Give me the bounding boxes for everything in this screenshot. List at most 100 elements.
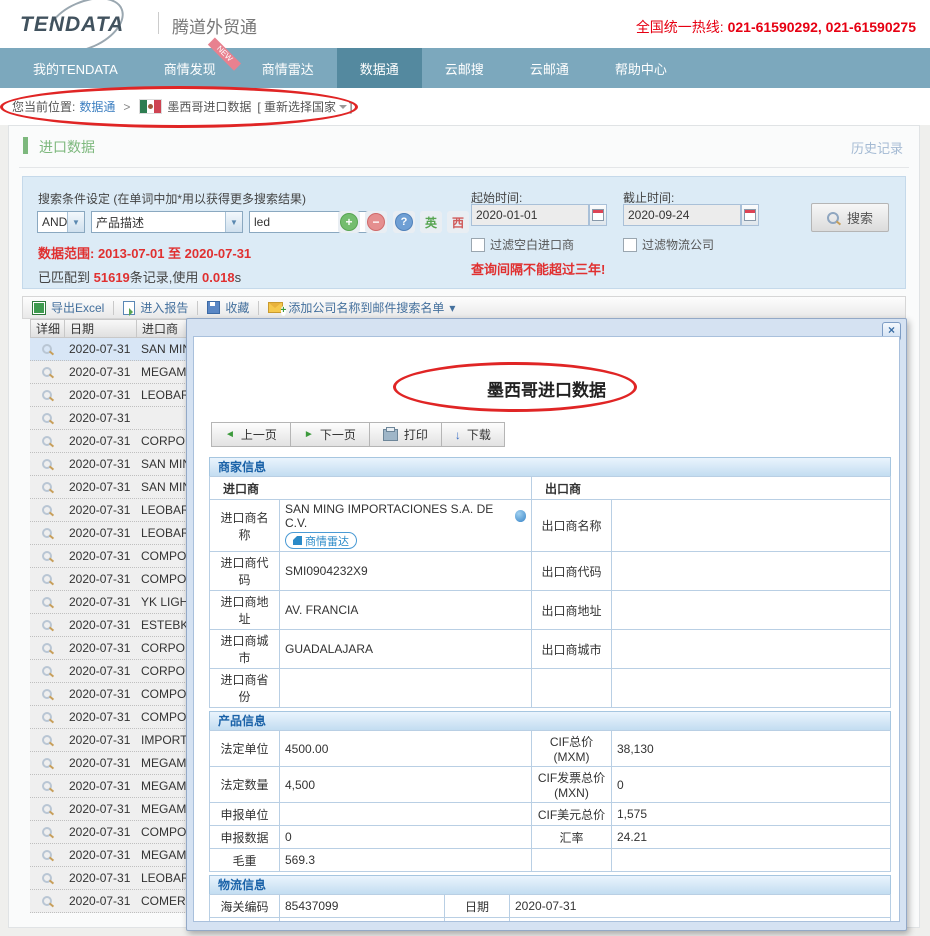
business-radar-button[interactable]: 商情雷达 — [285, 532, 357, 549]
detail-magnifier-icon[interactable] — [30, 344, 64, 354]
search-button[interactable]: 搜索 — [811, 203, 889, 232]
nav-tab[interactable]: 帮助中心 — [592, 48, 690, 88]
favorite-button[interactable]: 收藏 — [198, 299, 258, 316]
detail-magnifier-icon[interactable] — [30, 735, 64, 745]
row-date: 2020-07-31 — [64, 664, 136, 678]
detail-magnifier-icon[interactable] — [30, 666, 64, 676]
field-value — [612, 669, 891, 708]
detail-magnifier-icon[interactable] — [30, 850, 64, 860]
detail-magnifier-icon[interactable] — [30, 413, 64, 423]
tendata-logo[interactable]: TENDATA — [16, 7, 146, 41]
checkbox-icon[interactable] — [623, 238, 637, 252]
nav-tab[interactable]: 我的TENDATA — [10, 48, 141, 88]
row-date: 2020-07-31 — [64, 894, 136, 908]
detail-magnifier-icon[interactable] — [30, 804, 64, 814]
detail-magnifier-icon[interactable] — [30, 712, 64, 722]
detail-magnifier-icon[interactable] — [30, 597, 64, 607]
add-to-mail-list-button[interactable]: 添加公司名称到邮件搜索名单 ▾ — [259, 299, 464, 316]
detail-magnifier-icon[interactable] — [30, 620, 64, 630]
filter-blank-importer-option[interactable]: 过滤空白进口商 — [471, 236, 574, 253]
remove-condition-button[interactable]: − — [365, 211, 387, 233]
search-icon — [827, 212, 839, 224]
nav-tab[interactable]: 商情发现 NEW — [141, 48, 239, 88]
filter-logistics-option[interactable]: 过滤物流公司 — [623, 236, 714, 253]
column-header-date: 日期 — [65, 320, 137, 337]
boolean-operator-select[interactable]: AND ▼ — [37, 211, 85, 233]
detail-magnifier-icon[interactable] — [30, 436, 64, 446]
excel-icon — [32, 301, 46, 315]
export-excel-button[interactable]: 导出Excel — [23, 299, 113, 316]
logo-text: TENDATA — [20, 13, 124, 37]
help-button[interactable]: ? — [393, 211, 415, 233]
end-date-calendar-button[interactable] — [741, 204, 759, 226]
calendar-icon — [592, 209, 604, 221]
reselect-country-link[interactable]: [ 重新选择国家 — [257, 98, 336, 115]
field-label: 申报数据 — [210, 826, 280, 849]
field-label: 海关编码 — [210, 895, 280, 918]
detail-magnifier-icon[interactable] — [30, 896, 64, 906]
export-excel-label: 导出Excel — [51, 299, 104, 316]
start-date-calendar-button[interactable] — [589, 204, 607, 226]
nav-tab[interactable]: 商情雷达 — [239, 48, 337, 88]
next-page-button[interactable]: ►下一页 — [290, 422, 370, 447]
detail-magnifier-icon[interactable] — [30, 367, 64, 377]
lang-english-button[interactable]: 英 — [420, 211, 442, 233]
row-date: 2020-07-31 — [64, 342, 136, 356]
detail-magnifier-icon[interactable] — [30, 643, 64, 653]
search-field-select[interactable]: 产品描述 ▼ — [91, 211, 243, 233]
field-label: 运输方式 — [445, 918, 510, 923]
nav-tab-label: 数据通 — [360, 59, 399, 78]
detail-magnifier-icon[interactable] — [30, 873, 64, 883]
field-value: 1,575 — [612, 803, 891, 826]
printer-icon — [383, 429, 398, 441]
globe-icon[interactable] — [515, 510, 527, 522]
field-label: CIF美元总价 — [532, 803, 612, 826]
detail-magnifier-icon[interactable] — [30, 781, 64, 791]
detail-magnifier-icon[interactable] — [30, 528, 64, 538]
importer-name-cell: SAN MING IMPORTACIONES S.A. DE C.V. 商情雷达 — [280, 500, 532, 552]
table-row: 进口商代码 SMI0904232X9 出口商代码 — [210, 552, 891, 591]
chevron-down-icon[interactable] — [339, 105, 347, 113]
row-date: 2020-07-31 — [64, 526, 136, 540]
nav-tab[interactable]: 数据通 — [337, 48, 422, 88]
mail-icon — [268, 302, 283, 313]
nav-tab[interactable]: 云邮搜 — [422, 48, 507, 88]
breadcrumb: 您当前位置: 数据通 > 墨西哥进口数据 [ 重新选择国家 ] — [0, 88, 930, 125]
detail-magnifier-icon[interactable] — [30, 574, 64, 584]
start-date-input[interactable] — [471, 204, 589, 226]
lang-es-label: 西 — [452, 214, 464, 231]
table-row: 毛重 569.3 — [210, 849, 891, 872]
history-link[interactable]: 历史记录 — [851, 138, 903, 157]
detail-magnifier-icon[interactable] — [30, 551, 64, 561]
enter-report-button[interactable]: 进入报告 — [114, 299, 197, 316]
field-value: 24.21 — [612, 826, 891, 849]
detail-magnifier-icon[interactable] — [30, 758, 64, 768]
nav-tab[interactable]: 云邮通 — [507, 48, 592, 88]
field-value: 85437099 — [280, 895, 445, 918]
report-icon — [123, 301, 135, 315]
field-value: SMI0904232X9 — [280, 552, 532, 591]
field-label: 出口商地址 — [532, 591, 612, 630]
breadcrumb-link-datahub[interactable]: 数据通 — [79, 98, 115, 115]
minus-circle-icon: − — [367, 213, 385, 231]
add-condition-button[interactable]: + — [338, 211, 360, 233]
detail-magnifier-icon[interactable] — [30, 505, 64, 515]
detail-magnifier-icon[interactable] — [30, 827, 64, 837]
download-label: 下载 — [467, 426, 491, 443]
logistics-table: 海关编码 85437099 日期 2020-07-31 原产国 CHINA (R… — [209, 894, 891, 922]
nav-tab-label: 商情雷达 — [262, 59, 314, 78]
matched-p1: 已匹配到 — [38, 270, 94, 285]
mexico-flag-icon — [139, 99, 162, 114]
print-button[interactable]: 打印 — [369, 422, 442, 447]
detail-magnifier-icon[interactable] — [30, 459, 64, 469]
lang-spanish-button[interactable]: 西 — [447, 211, 469, 233]
end-date-input[interactable] — [623, 204, 741, 226]
detail-magnifier-icon[interactable] — [30, 390, 64, 400]
chevron-down-icon: ▾ — [449, 301, 455, 315]
filter-logistics-label: 过滤物流公司 — [642, 236, 714, 253]
detail-magnifier-icon[interactable] — [30, 689, 64, 699]
download-button[interactable]: ↓下载 — [441, 422, 505, 447]
detail-magnifier-icon[interactable] — [30, 482, 64, 492]
checkbox-icon[interactable] — [471, 238, 485, 252]
prev-page-button[interactable]: ◄上一页 — [211, 422, 291, 447]
